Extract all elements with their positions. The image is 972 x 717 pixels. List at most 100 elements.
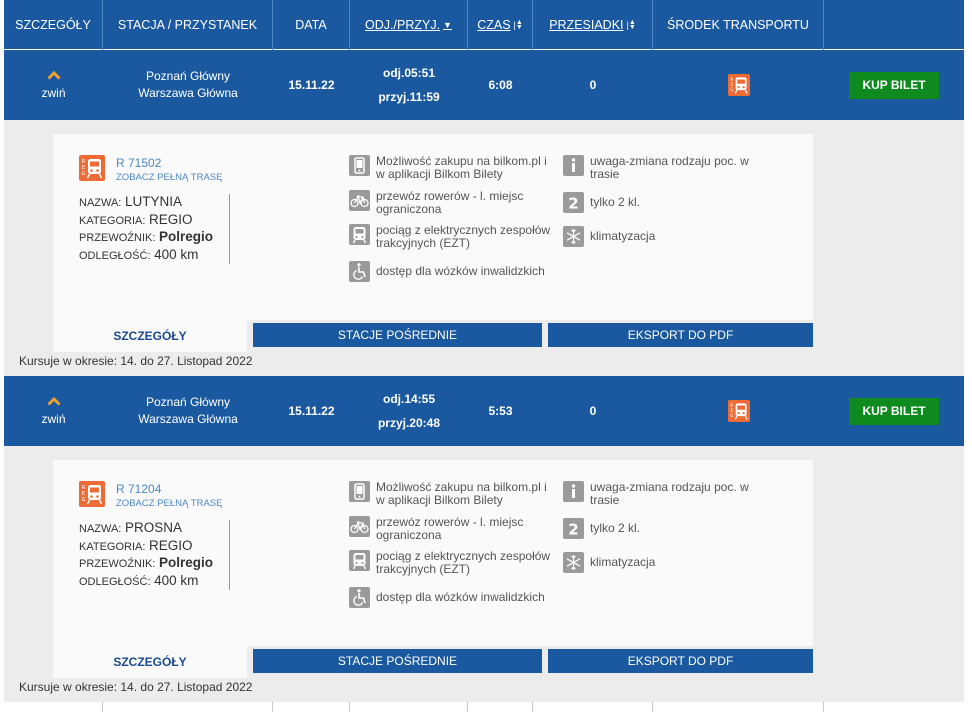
regio-train-icon: [79, 155, 105, 181]
sort-both-icon: |▲ ▼: [513, 19, 523, 32]
col-label: STACJA / PRZYSTANEK: [117, 18, 258, 32]
trip-changes: 0: [589, 404, 597, 418]
station-to: Warszawa Główna: [138, 412, 238, 426]
sort-changes[interactable]: PRZESIADKI |▲ ▼: [533, 0, 653, 50]
buy-ticket-button[interactable]: KUP BILET: [849, 397, 939, 425]
sort-both-icon: |▲ ▼: [626, 19, 636, 32]
footer-divider: [468, 702, 533, 712]
trip-details: R 71502 ZOBACZ PEŁNĄ TRASĘ NAZWA: LUTYNI…: [4, 120, 964, 376]
feature-text: przewóz rowerów - l. miejsc ograniczona: [376, 515, 524, 542]
regio-train-icon: [728, 74, 750, 96]
feature-text: przewóz rowerów - l. miejsc ograniczona: [376, 189, 524, 216]
station-from: Poznań Główny: [145, 395, 231, 409]
col-label: CZAS: [477, 18, 511, 32]
trip-details: R 71204 ZOBACZ PEŁNĄ TRASĘ NAZWA: PROSNA…: [4, 446, 964, 702]
second-class-icon: [563, 518, 584, 539]
feature-item: pociąg z elektrycznych zespołów trakcyjn…: [349, 550, 554, 576]
col-transport: ŚRODEK TRANSPORTU: [653, 0, 824, 50]
snowflake-icon: [563, 552, 584, 573]
sort-departure-arrival[interactable]: ODJ./PRZYJ. ▼: [350, 0, 468, 50]
info-icon: [563, 155, 584, 176]
snowflake-icon: [563, 226, 584, 247]
sort-duration[interactable]: CZAS |▲ ▼: [468, 0, 533, 50]
trip-changes: 0: [589, 78, 597, 92]
feature-item: dostęp dla wózków inwalidzkich: [349, 261, 559, 282]
feature-item: przewóz rowerów - l. miejsc ograniczona: [349, 516, 549, 542]
carrier-label: PRZEWOŹNIK:: [79, 232, 156, 244]
feature-text: klimatyzacja: [590, 229, 656, 243]
tab-intermediate-stations[interactable]: STACJE POŚREDNIE: [253, 649, 542, 673]
trip-stations: Poznań Główny Warszawa Główna: [103, 50, 273, 120]
trip-transport: [653, 376, 824, 446]
feature-text: pociąg z elektrycznych zespołów trakcyjn…: [376, 223, 551, 250]
tab-details[interactable]: SZCZEGÓŁY: [53, 646, 247, 678]
station-from: Poznań Główny: [145, 69, 231, 83]
footer-divider: [350, 702, 468, 712]
wheelchair-icon: [349, 261, 370, 282]
trip-row: zwiń Poznań Główny Warszawa Główna 15.11…: [4, 376, 964, 446]
tab-details[interactable]: SZCZEGÓŁY: [53, 320, 247, 352]
trip-times: odj.14:55 przyj.20:48: [350, 376, 468, 446]
trip-transport: [653, 50, 824, 120]
col-label: SZCZEGÓŁY: [15, 18, 91, 32]
tab-intermediate-stations[interactable]: STACJE POŚREDNIE: [253, 323, 542, 347]
connections-table: SZCZEGÓŁY STACJA / PRZYSTANEK DATA ODJ./…: [4, 0, 964, 712]
collapse-button[interactable]: zwiń: [4, 50, 103, 120]
wheelchair-icon: [349, 587, 370, 608]
distance-label: ODLEGŁOŚĆ:: [79, 575, 151, 588]
train-category: REGIO: [149, 537, 193, 553]
trip-times: odj.05:51 przyj.11:59: [350, 50, 468, 120]
col-label: PRZESIADKI: [549, 18, 624, 32]
train-carrier: Polregio: [159, 555, 214, 570]
feature-text: dostęp dla wózków inwalidzkich: [376, 590, 545, 604]
feature-text: Możliwość zakupu na bilkom.pl i w aplika…: [376, 480, 547, 507]
departure-time: odj.05:51: [382, 66, 436, 80]
feature-item: uwaga-zmiana rodzaju poc. w trasie: [563, 481, 753, 507]
export-pdf-button[interactable]: EKSPORT DO PDF: [548, 649, 813, 673]
export-pdf-button[interactable]: EKSPORT DO PDF: [548, 323, 813, 347]
trip-stations: Poznań Główny Warszawa Główna: [103, 376, 273, 446]
feature-text: Możliwość zakupu na bilkom.pl i w aplika…: [376, 154, 547, 181]
collapse-label: zwiń: [41, 412, 66, 426]
full-route-link[interactable]: ZOBACZ PEŁNĄ TRASĘ: [116, 498, 222, 509]
collapse-button[interactable]: zwiń: [4, 376, 103, 446]
col-label: DATA: [295, 18, 327, 32]
col-label: ŚRODEK TRANSPORTU: [667, 18, 809, 32]
departure-time: odj.14:55: [382, 392, 436, 406]
distance-label: ODLEGŁOŚĆ:: [79, 249, 151, 262]
train-card: R 71204 ZOBACZ PEŁNĄ TRASĘ NAZWA: PROSNA…: [53, 460, 813, 678]
feature-text: tylko 2 kl.: [590, 521, 641, 535]
feature-text: uwaga-zmiana rodzaju poc. w trasie: [590, 480, 749, 507]
regio-train-icon: [79, 481, 105, 507]
category-label: KATEGORIA:: [79, 214, 146, 227]
info-icon: [563, 481, 584, 502]
footer-divider: [533, 702, 653, 712]
detail-tabs: SZCZEGÓŁY STACJE POŚREDNIE EKSPORT DO PD…: [53, 320, 813, 352]
carrier-label: PRZEWOŹNIK:: [79, 558, 156, 570]
category-label: KATEGORIA:: [79, 540, 146, 553]
train-name: PROSNA: [125, 520, 183, 535]
train-category: REGIO: [149, 211, 193, 227]
feature-text: pociąg z elektrycznych zespołów trakcyjn…: [376, 549, 551, 576]
chevron-up-icon: [46, 70, 61, 80]
footer-divider: [103, 702, 273, 712]
footer-divider: [653, 702, 824, 712]
feature-item: pociąg z elektrycznych zespołów trakcyjn…: [349, 224, 554, 250]
trip-buy-cell: KUP BILET: [824, 50, 964, 120]
mobile-phone-icon: [349, 481, 370, 502]
feature-item: klimatyzacja: [563, 552, 753, 573]
buy-ticket-button[interactable]: KUP BILET: [849, 71, 939, 99]
service-period: Kursuje w okresie: 14. do 27. Listopad 2…: [19, 354, 253, 368]
footer-divider: [273, 702, 350, 712]
feature-item: przewóz rowerów - l. miejsc ograniczona: [349, 190, 549, 216]
feature-text: tylko 2 kl.: [590, 195, 641, 209]
trip-row: zwiń Poznań Główny Warszawa Główna 15.11…: [4, 50, 964, 120]
train-number: R 71204: [116, 482, 162, 496]
full-route-link[interactable]: ZOBACZ PEŁNĄ TRASĘ: [116, 172, 222, 183]
second-class-icon: [563, 192, 584, 213]
chevron-up-icon: [46, 396, 61, 406]
table-footer: [4, 702, 964, 712]
train-name: LUTYNIA: [125, 194, 183, 209]
trip-duration: 6:08: [488, 78, 513, 92]
feature-item: tylko 2 kl.: [563, 518, 753, 539]
